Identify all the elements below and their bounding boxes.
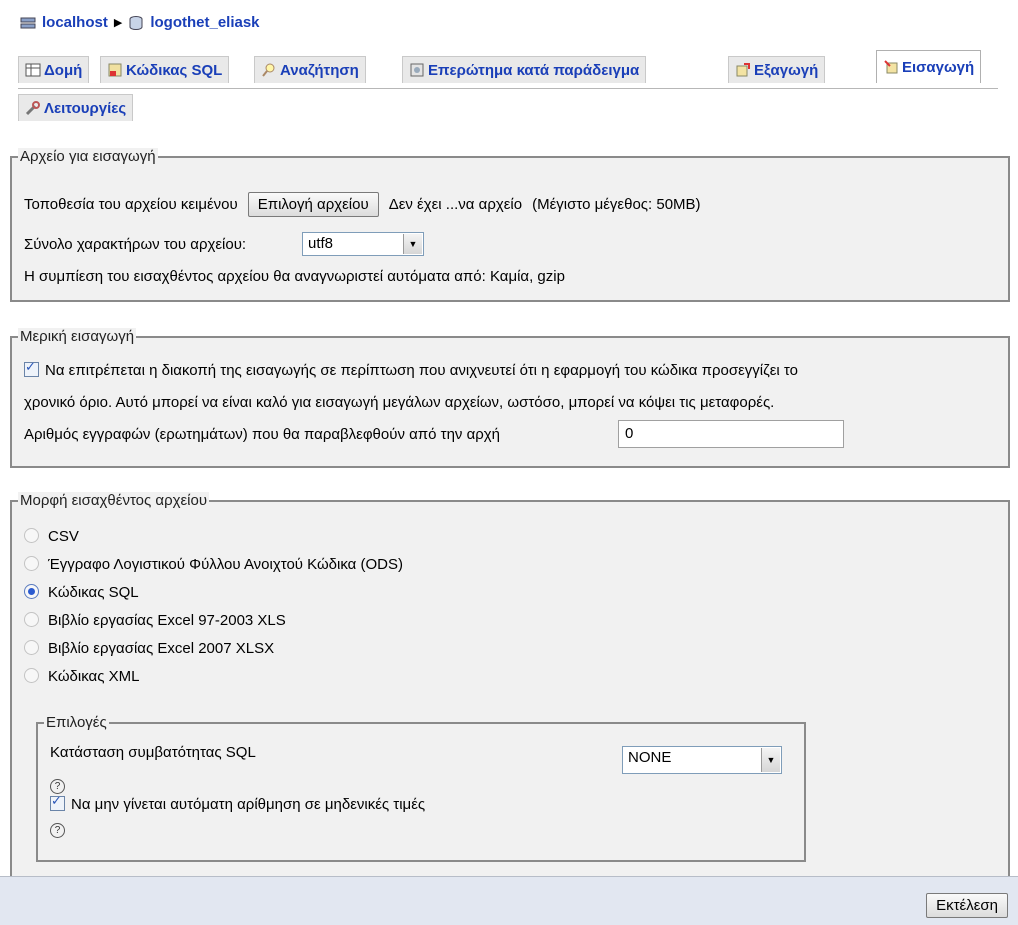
sql-icon <box>108 63 122 77</box>
max-size-text: (Μέγιστο μέγεθος: 50MB) <box>532 196 701 213</box>
tab-query-by-example[interactable]: Επερώτημα κατά παράδειγμα <box>402 56 647 83</box>
allow-interrupt-label-line2: χρονικό όριο. Αυτό μπορεί να είναι καλό … <box>24 394 775 411</box>
tab-bar: Δομή Κώδικας SQL Αναζήτηση Επερώτημα κατ… <box>18 50 998 89</box>
charset-label: Σύνολο χαρακτήρων του αρχείου: <box>24 236 247 253</box>
tab-search[interactable]: Αναζήτηση <box>254 56 366 83</box>
format-label: CSV <box>48 528 79 545</box>
sql-compat-label: Κατάσταση συμβατότητας SQL <box>50 744 256 761</box>
format-option-ods[interactable]: Έγγραφο Λογιστικού Φύλλου Ανοιχτού Κώδικ… <box>24 556 403 573</box>
execute-button[interactable]: Εκτέλεση <box>926 893 1008 918</box>
tab-label: Δομή <box>44 61 83 79</box>
sql-compat-value: NONE <box>628 749 672 766</box>
query-icon <box>410 63 424 77</box>
format-option-xls[interactable]: Βιβλίο εργασίας Excel 97-2003 XLS <box>24 612 286 629</box>
charset-select-value: utf8 <box>308 235 334 252</box>
sql-compat-select[interactable]: NONE ▼ <box>622 746 782 774</box>
format-option-sql[interactable]: Κώδικας SQL <box>24 584 139 601</box>
format-radio[interactable] <box>24 612 39 627</box>
chevron-down-icon: ▼ <box>761 748 780 772</box>
format-label: Κώδικας XML <box>48 668 140 685</box>
format-label: Βιβλίο εργασίας Excel 97-2003 XLS <box>48 612 286 629</box>
options-legend: Επιλογές <box>44 714 109 731</box>
format-option-xml[interactable]: Κώδικας XML <box>24 668 139 685</box>
tab-export[interactable]: Εξαγωγή <box>728 56 826 83</box>
tab-operations[interactable]: Λειτουργίες <box>18 94 134 121</box>
format-label: Έγγραφο Λογιστικού Φύλλου Ανοιχτού Κώδικ… <box>48 556 404 573</box>
partial-section-legend: Μερική εισαγωγή <box>18 328 137 345</box>
help-icon[interactable]: ? <box>50 779 65 794</box>
wrench-icon <box>25 101 40 116</box>
options-fieldset: Επιλογές Κατάσταση συμβατότητας SQL NONE… <box>36 714 806 862</box>
breadcrumb-separator-icon: ▶ <box>113 17 123 29</box>
file-import-fieldset: Αρχείο για εισαγωγή Τοποθεσία του αρχείο… <box>10 148 1010 302</box>
format-radio[interactable] <box>24 668 39 683</box>
file-section-legend: Αρχείο για εισαγωγή <box>18 148 158 165</box>
server-icon <box>20 17 36 28</box>
tab-label: Εισαγωγή <box>902 58 975 76</box>
format-option-xlsx[interactable]: Βιβλίο εργασίας Excel 2007 XLSX <box>24 640 274 657</box>
tab-import[interactable]: Εισαγωγή <box>876 50 982 83</box>
format-fieldset: Μορφή εισαχθέντος αρχείου CSV Έγγραφο Λο… <box>10 492 1010 876</box>
allow-interrupt-checkbox[interactable] <box>24 359 39 377</box>
format-label: Βιβλίο εργασίας Excel 2007 XLSX <box>48 640 275 657</box>
no-file-chosen-text: Δεν έχει ...να αρχείο <box>388 196 523 213</box>
format-radio[interactable] <box>24 640 39 655</box>
database-icon <box>129 15 143 30</box>
tab-structure[interactable]: Δομή <box>18 56 90 83</box>
format-option-csv[interactable]: CSV <box>24 528 79 545</box>
allow-interrupt-label: Να επιτρέπεται η διακοπή της εισαγωγής σ… <box>45 362 798 379</box>
format-radio[interactable] <box>24 528 39 543</box>
no-auto-value-checkbox[interactable] <box>50 793 65 811</box>
tab-label: Λειτουργίες <box>44 99 127 117</box>
skip-queries-label: Αριθμός εγγραφών (ερωτημάτων) που θα παρ… <box>24 426 501 443</box>
breadcrumb: localhost ▶ logothet_eliask <box>20 14 260 31</box>
format-label: Κώδικας SQL <box>48 584 139 601</box>
import-icon <box>884 60 898 74</box>
breadcrumb-database-link[interactable]: logothet_eliask <box>150 14 259 31</box>
breadcrumb-server-link[interactable]: localhost <box>42 14 108 31</box>
search-icon <box>262 63 275 77</box>
export-icon <box>736 63 750 77</box>
table-icon <box>25 63 41 77</box>
tab-label: Κώδικας SQL <box>126 61 223 79</box>
no-auto-value-label: Να μην γίνεται αυτόματη αρίθμηση σε μηδε… <box>71 796 426 813</box>
skip-queries-input[interactable]: 0 <box>618 420 844 448</box>
format-radio[interactable] <box>24 556 39 571</box>
choose-file-button[interactable]: Επιλογή αρχείου <box>247 192 379 217</box>
partial-import-fieldset: Μερική εισαγωγή Να επιτρέπεται η διακοπή… <box>10 328 1010 468</box>
help-icon[interactable]: ? <box>50 823 65 838</box>
tab-bar-row2: Λειτουργίες <box>18 94 134 122</box>
compression-note: Η συμπίεση του εισαχθέντος αρχείου θα αν… <box>24 268 565 285</box>
format-radio[interactable] <box>24 584 39 599</box>
chevron-down-icon: ▼ <box>403 234 422 254</box>
tab-label: Αναζήτηση <box>280 61 359 79</box>
footer-bar: Εκτέλεση <box>0 876 1018 925</box>
file-location-label: Τοποθεσία του αρχείου κειμένου <box>24 196 238 213</box>
tab-label: Επερώτημα κατά παράδειγμα <box>428 61 640 79</box>
tab-label: Εξαγωγή <box>754 61 819 79</box>
tab-sql[interactable]: Κώδικας SQL <box>100 56 230 83</box>
charset-select[interactable]: utf8 ▼ <box>302 232 424 256</box>
format-section-legend: Μορφή εισαχθέντος αρχείου <box>18 492 210 509</box>
